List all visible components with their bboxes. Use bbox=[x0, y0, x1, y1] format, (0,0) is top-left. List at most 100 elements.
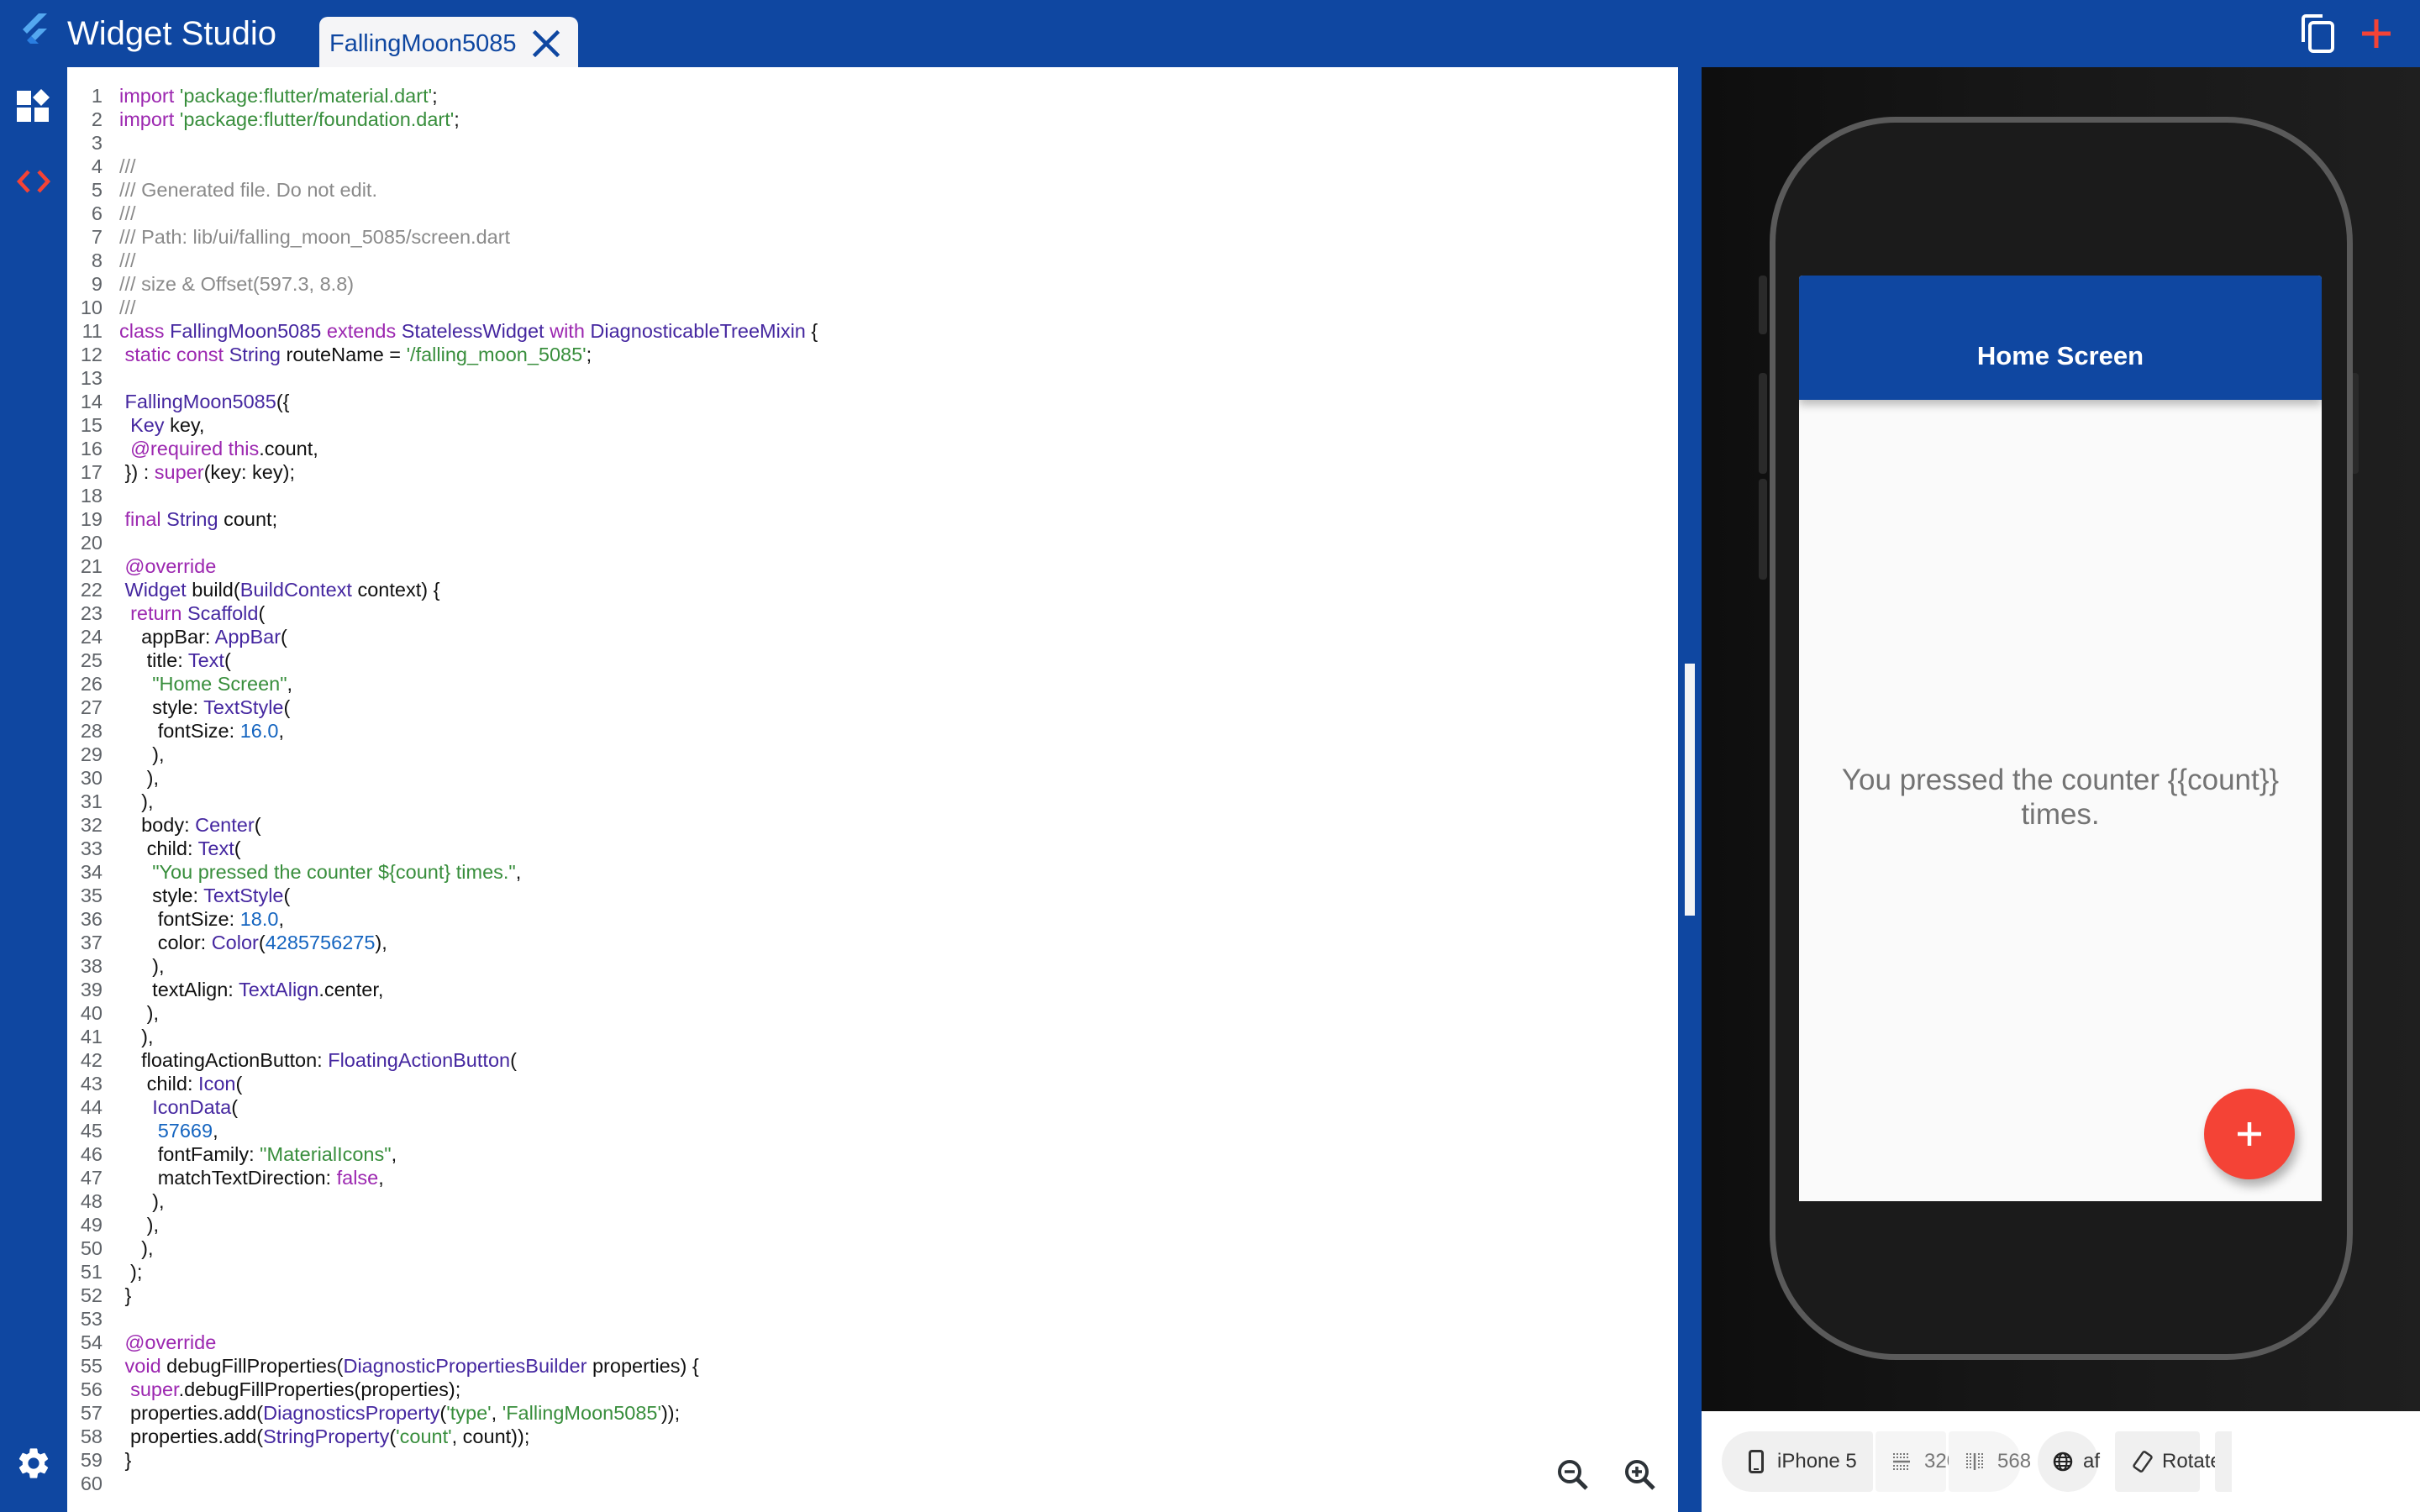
code-token: super bbox=[154, 461, 204, 483]
code-line[interactable]: 60 bbox=[67, 1472, 1664, 1495]
code-line[interactable]: 17 }) : super(key: key); bbox=[67, 460, 1664, 484]
code-line[interactable]: 48 ), bbox=[67, 1189, 1664, 1213]
code-line[interactable]: 10 /// bbox=[67, 296, 1664, 319]
gear-icon[interactable] bbox=[15, 1445, 52, 1482]
code-line[interactable]: 27 style: TextStyle( bbox=[67, 696, 1664, 719]
code-line[interactable]: 47 matchTextDirection: false, bbox=[67, 1166, 1664, 1189]
code-token: child: bbox=[119, 1073, 199, 1095]
code-line[interactable]: 2 import 'package:flutter/foundation.dart… bbox=[67, 108, 1664, 131]
code-line[interactable]: 29 ), bbox=[67, 743, 1664, 766]
code-line[interactable]: 34 "You pressed the counter ${count} tim… bbox=[67, 860, 1664, 884]
height-value: 568 bbox=[1997, 1450, 2032, 1473]
code-line[interactable]: 26 "Home Screen", bbox=[67, 672, 1664, 696]
code-line[interactable]: 43 child: Icon( bbox=[67, 1072, 1664, 1095]
code-line[interactable]: 11 class FallingMoon5085 extends Stateles… bbox=[67, 319, 1664, 343]
code-lines[interactable]: 1 import 'package:flutter/material.dart';… bbox=[67, 84, 1664, 1495]
line-number: 13 bbox=[80, 367, 103, 389]
line-number: 36 bbox=[80, 908, 103, 930]
code-line[interactable]: 5 /// Generated file. Do not edit. bbox=[67, 178, 1664, 202]
code-line[interactable]: 42 floatingActionButton: FloatingActionB… bbox=[67, 1048, 1664, 1072]
code-line[interactable]: 52 } bbox=[67, 1284, 1664, 1307]
code-line[interactable]: 55 void debugFillProperties(DiagnosticPr… bbox=[67, 1354, 1664, 1378]
code-line[interactable]: 59 } bbox=[67, 1448, 1664, 1472]
code-line[interactable]: 49 ), bbox=[67, 1213, 1664, 1236]
app-title: Widget Studio bbox=[67, 15, 277, 52]
code-line[interactable]: 24 appBar: AppBar( bbox=[67, 625, 1664, 648]
code-line[interactable]: 40 ), bbox=[67, 1001, 1664, 1025]
code-line[interactable]: 45 57669, bbox=[67, 1119, 1664, 1142]
code-line[interactable]: 22 Widget build(BuildContext context) { bbox=[67, 578, 1664, 601]
code-line[interactable]: 32 body: Center( bbox=[67, 813, 1664, 837]
code-line[interactable]: 12 static const String routeName = '/fal… bbox=[67, 343, 1664, 366]
code-line[interactable]: 56 super.debugFillProperties(properties)… bbox=[67, 1378, 1664, 1401]
code-line[interactable]: 13 bbox=[67, 366, 1664, 390]
code-line[interactable]: 16 @required this.count, bbox=[67, 437, 1664, 460]
code-line[interactable]: 15 Key key, bbox=[67, 413, 1664, 437]
code-line[interactable]: 19 final String count; bbox=[67, 507, 1664, 531]
code-editor[interactable]: 1 import 'package:flutter/material.dart';… bbox=[67, 67, 1678, 1512]
code-line[interactable]: 54 @override bbox=[67, 1331, 1664, 1354]
close-icon[interactable] bbox=[531, 29, 561, 59]
code-line[interactable]: 7 /// Path: lib/ui/falling_moon_5085/scre… bbox=[67, 225, 1664, 249]
code-token: class bbox=[119, 320, 171, 342]
code-line[interactable]: 14 FallingMoon5085({ bbox=[67, 390, 1664, 413]
rotate-button[interactable]: Rotate bbox=[2115, 1431, 2222, 1492]
code-line[interactable]: 4 /// bbox=[67, 155, 1664, 178]
height-field[interactable]: 568 bbox=[1949, 1431, 2031, 1492]
zoom-in-icon[interactable] bbox=[1623, 1458, 1657, 1492]
toolbar-overflow-chip[interactable] bbox=[2215, 1431, 2232, 1492]
zoom-out-icon[interactable] bbox=[1556, 1458, 1590, 1492]
code-line[interactable]: 39 textAlign: TextAlign.center, bbox=[67, 978, 1664, 1001]
code-line[interactable]: 44 IconData( bbox=[67, 1095, 1664, 1119]
code-line[interactable]: 28 fontSize: 16.0, bbox=[67, 719, 1664, 743]
code-line[interactable]: 20 bbox=[67, 531, 1664, 554]
code-line[interactable]: 50 ), bbox=[67, 1236, 1664, 1260]
tab-fallingmoon5085[interactable]: FallingMoon5085 bbox=[319, 17, 578, 67]
code-line[interactable]: 41 ), bbox=[67, 1025, 1664, 1048]
code-token: .count, bbox=[259, 438, 318, 459]
line-number: 21 bbox=[80, 555, 103, 577]
code-line[interactable]: 58 properties.add(StringProperty('count'… bbox=[67, 1425, 1664, 1448]
floating-action-button[interactable] bbox=[2204, 1089, 2295, 1179]
widgets-icon[interactable] bbox=[17, 89, 50, 123]
code-line[interactable]: 1 import 'package:flutter/material.dart'; bbox=[67, 84, 1664, 108]
code-icon[interactable] bbox=[15, 166, 52, 197]
code-line[interactable]: 25 title: Text( bbox=[67, 648, 1664, 672]
code-line[interactable]: 36 fontSize: 18.0, bbox=[67, 907, 1664, 931]
plus-icon[interactable] bbox=[2360, 17, 2393, 50]
line-content: /// bbox=[119, 296, 136, 319]
code-line[interactable]: 33 child: Text( bbox=[67, 837, 1664, 860]
code-line[interactable]: 6 /// bbox=[67, 202, 1664, 225]
line-content: "Home Screen", bbox=[119, 672, 292, 696]
code-token: StatelessWidget bbox=[401, 320, 550, 342]
code-line[interactable]: 18 bbox=[67, 484, 1664, 507]
locale-selector[interactable]: af bbox=[2038, 1431, 2100, 1492]
code-line[interactable]: 9 /// size & Offset(597.3, 8.8) bbox=[67, 272, 1664, 296]
copy-icon[interactable] bbox=[2301, 13, 2336, 54]
code-token: ), bbox=[119, 1237, 154, 1259]
code-line[interactable]: 31 ), bbox=[67, 790, 1664, 813]
code-line[interactable]: 57 properties.add(DiagnosticsProperty('t… bbox=[67, 1401, 1664, 1425]
code-line[interactable]: 30 ), bbox=[67, 766, 1664, 790]
code-token: ), bbox=[119, 743, 165, 765]
pane-splitter[interactable] bbox=[1678, 67, 1702, 1512]
code-line[interactable]: 3 bbox=[67, 131, 1664, 155]
code-line[interactable]: 53 bbox=[67, 1307, 1664, 1331]
device-selector[interactable]: iPhone 5 bbox=[1722, 1431, 1873, 1492]
code-line[interactable]: 51 ); bbox=[67, 1260, 1664, 1284]
code-line[interactable]: 23 return Scaffold( bbox=[67, 601, 1664, 625]
code-line[interactable]: 35 style: TextStyle( bbox=[67, 884, 1664, 907]
splitter-handle[interactable] bbox=[1685, 664, 1695, 916]
code-line[interactable]: 21 @override bbox=[67, 554, 1664, 578]
line-number: 56 bbox=[80, 1378, 103, 1400]
code-line[interactable]: 8 /// bbox=[67, 249, 1664, 272]
line-number: 60 bbox=[80, 1473, 103, 1494]
code-line[interactable]: 46 fontFamily: "MaterialIcons", bbox=[67, 1142, 1664, 1166]
code-line[interactable]: 38 ), bbox=[67, 954, 1664, 978]
line-number: 40 bbox=[80, 1002, 103, 1024]
code-line[interactable]: 37 color: Color(4285756275), bbox=[67, 931, 1664, 954]
line-content: matchTextDirection: false, bbox=[119, 1166, 384, 1189]
width-field[interactable]: 320 bbox=[1876, 1431, 1958, 1492]
line-content: /// Generated file. Do not edit. bbox=[119, 178, 377, 202]
